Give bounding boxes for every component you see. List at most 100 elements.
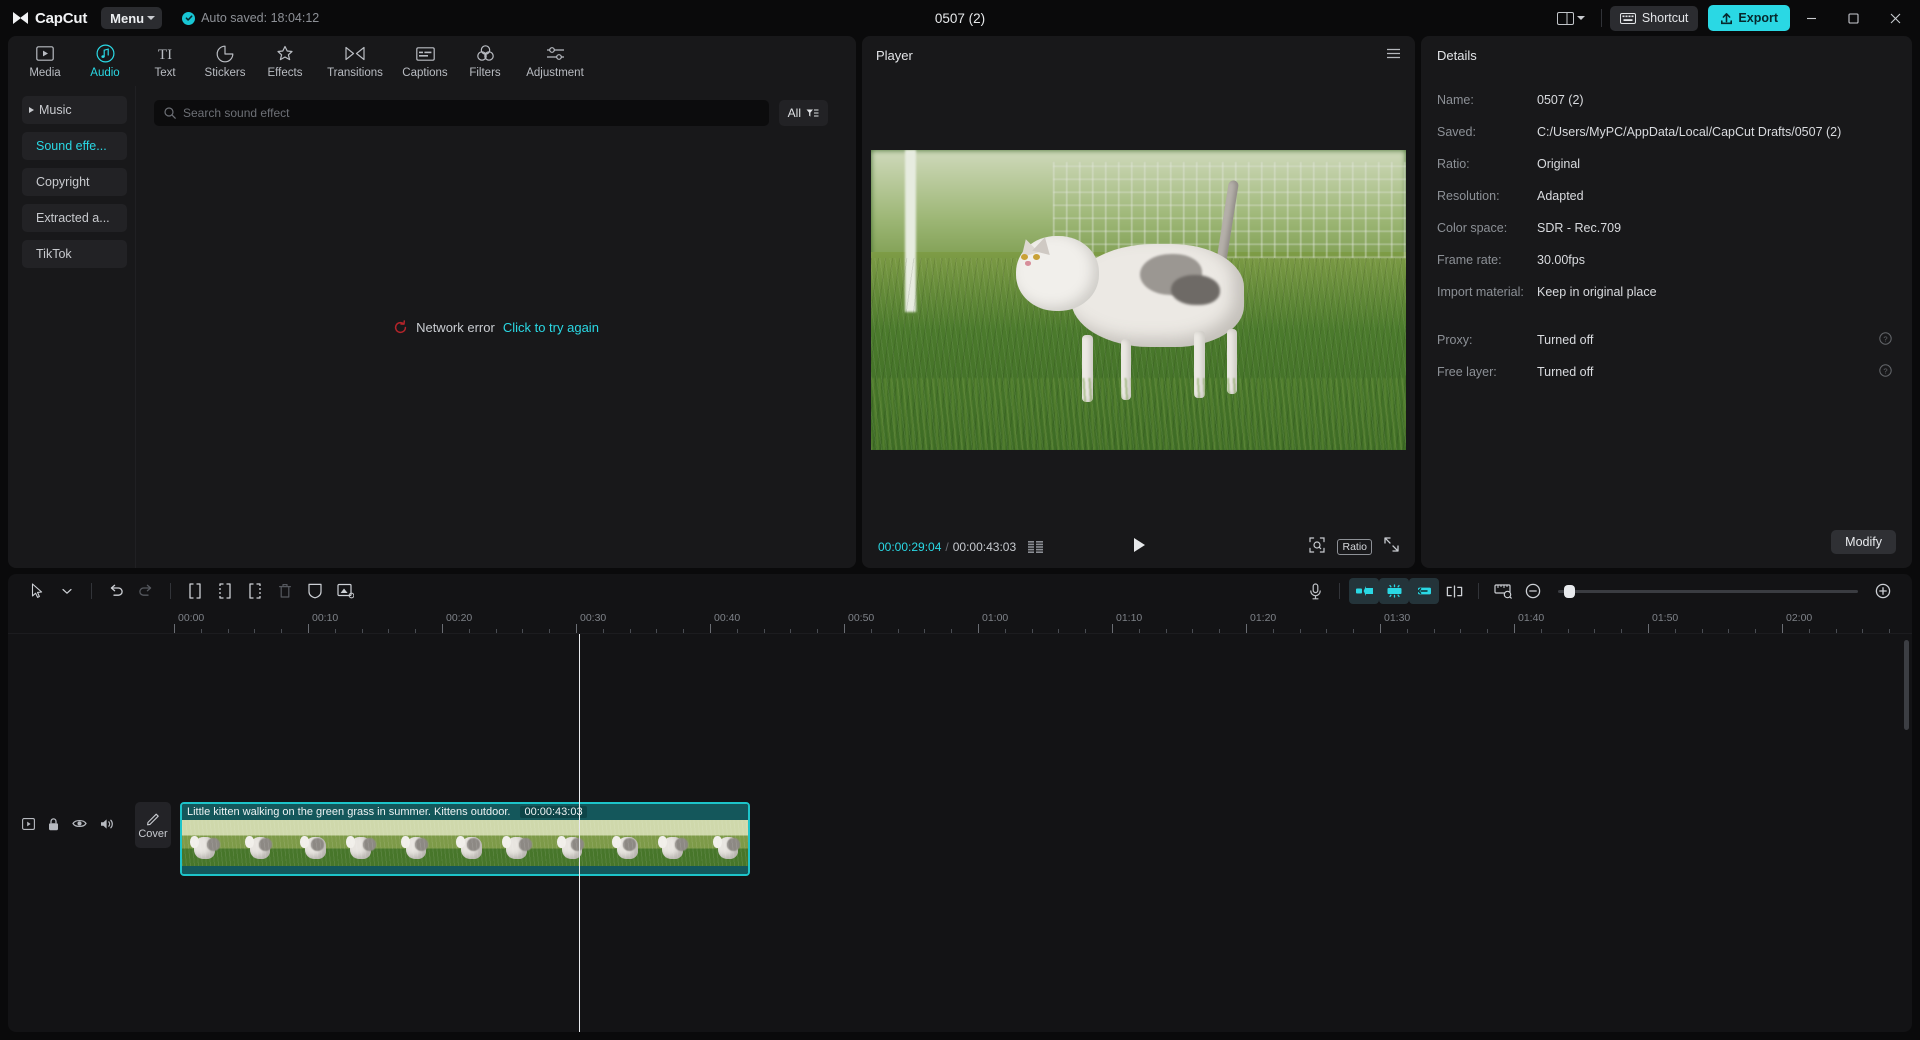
svg-text:?: ? (1883, 334, 1887, 343)
freeze-icon (308, 583, 322, 599)
ruler-subtick (1192, 629, 1193, 633)
player-menu-button[interactable] (1386, 46, 1401, 64)
titlebar-actions: Shortcut Export (1549, 0, 1920, 36)
split-button[interactable] (210, 578, 240, 604)
snap-left-button[interactable] (1349, 578, 1379, 604)
captions-icon (416, 44, 435, 64)
sticker-icon (216, 44, 234, 64)
ruler-tick (1648, 624, 1649, 633)
ruler-subtick (1300, 629, 1301, 633)
select-tool-button[interactable] (22, 578, 52, 604)
sidebar-item-tiktok[interactable]: TikTok (22, 240, 127, 268)
ruler-gutter (8, 608, 128, 633)
close-button[interactable] (1874, 0, 1916, 36)
play-button[interactable] (1132, 537, 1146, 558)
detail-row-saved: Saved: C:/Users/MyPC/AppData/Local/CapCu… (1437, 116, 1896, 148)
split-left-button[interactable] (180, 578, 210, 604)
shortcut-button[interactable]: Shortcut (1610, 6, 1699, 31)
sidebar-item-sound-effects[interactable]: Sound effe... (22, 132, 127, 160)
undo-button[interactable] (101, 578, 131, 604)
split-right-button[interactable] (240, 578, 270, 604)
chevron-down-icon (62, 588, 72, 595)
detail-value: SDR - Rec.709 (1537, 221, 1621, 235)
retry-link[interactable]: Click to try again (503, 320, 599, 335)
sidebar-item-label: TikTok (36, 247, 72, 261)
sidebar-item-music[interactable]: Music (22, 96, 127, 124)
link-clips-button[interactable] (1439, 578, 1469, 604)
ruler-subtick (1407, 629, 1408, 633)
ruler-subtick (362, 629, 363, 633)
zoom-out-button[interactable] (1518, 578, 1548, 604)
menu-button[interactable]: Menu (101, 7, 162, 29)
ruler-zoom-button[interactable] (1488, 578, 1518, 604)
tab-text[interactable]: TI Text (136, 38, 194, 84)
text-icon: TI (154, 44, 176, 64)
divider (170, 583, 171, 599)
app-name: CapCut (35, 10, 87, 27)
ruler-subtick (630, 629, 631, 633)
detail-value: 0507 (2) (1537, 93, 1584, 107)
snap-left-icon (1355, 585, 1374, 597)
tab-captions[interactable]: Captions (396, 38, 454, 84)
snap-center-button[interactable] (1379, 578, 1409, 604)
volume-icon[interactable] (100, 818, 114, 831)
eye-icon[interactable] (72, 818, 87, 831)
adjustment-icon (546, 44, 565, 64)
tab-effects[interactable]: Effects (256, 38, 314, 84)
split-left-icon (187, 583, 203, 599)
zoom-in-button[interactable] (1868, 578, 1898, 604)
sidebar-item-extracted-audio[interactable]: Extracted a... (22, 204, 127, 232)
redo-button[interactable] (131, 578, 161, 604)
export-icon (1720, 12, 1733, 25)
tab-transitions[interactable]: Transitions (316, 38, 394, 84)
playhead[interactable] (579, 634, 580, 1032)
menu-label: Menu (110, 11, 144, 26)
lock-icon[interactable] (48, 818, 59, 831)
ruler-subtick (1085, 629, 1086, 633)
divider (91, 583, 92, 599)
select-tool-dropdown[interactable] (52, 578, 82, 604)
timeline-vertical-scrollbar[interactable] (1904, 640, 1909, 730)
cover-button[interactable]: Cover (135, 802, 171, 848)
tab-filters[interactable]: Filters (456, 38, 514, 84)
freeze-button[interactable] (300, 578, 330, 604)
tab-adjustment[interactable]: Adjustment (516, 38, 594, 84)
tab-media[interactable]: Media (16, 38, 74, 84)
tab-audio[interactable]: Audio (76, 38, 134, 84)
effects-star-icon (276, 44, 294, 64)
tab-stickers[interactable]: Stickers (196, 38, 254, 84)
video-preview[interactable] (871, 150, 1406, 450)
ratio-button[interactable]: Ratio (1337, 539, 1372, 555)
minimize-button[interactable] (1790, 0, 1832, 36)
add-track-icon[interactable] (22, 818, 35, 831)
fullscreen-button[interactable] (1384, 537, 1399, 557)
detail-key: Resolution: (1437, 189, 1537, 203)
ruler-subtick (898, 629, 899, 633)
split-right-icon (247, 583, 263, 599)
ruler-subtick (1702, 629, 1703, 633)
details-title: Details (1421, 36, 1912, 74)
modify-button[interactable]: Modify (1831, 530, 1896, 554)
frames-button[interactable] (1028, 541, 1044, 553)
video-clip[interactable]: Little kitten walking on the green grass… (180, 802, 750, 876)
ruler-subtick (469, 629, 470, 633)
fit-screen-button[interactable] (1309, 537, 1325, 558)
sidebar-item-copyright[interactable]: Copyright (22, 168, 127, 196)
record-voiceover-button[interactable] (1300, 578, 1330, 604)
detail-value: Keep in original place (1537, 285, 1657, 299)
layout-button[interactable] (1549, 8, 1593, 29)
help-icon[interactable]: ? (1879, 364, 1892, 380)
detail-value: C:/Users/MyPC/AppData/Local/CapCut Draft… (1537, 125, 1841, 139)
capcut-logo-icon (12, 11, 29, 25)
zoom-slider-handle[interactable] (1564, 585, 1575, 598)
help-icon[interactable]: ? (1879, 332, 1892, 348)
mirror-button[interactable] (330, 578, 360, 604)
export-button[interactable]: Export (1708, 5, 1790, 31)
track-header (8, 634, 128, 1032)
delete-button[interactable] (270, 578, 300, 604)
snap-right-button[interactable] (1409, 578, 1439, 604)
timeline-ruler[interactable]: 00:0000:1000:2000:3000:4000:5001:0001:10… (8, 608, 1912, 634)
zoom-slider[interactable] (1558, 590, 1858, 593)
maximize-button[interactable] (1832, 0, 1874, 36)
kitten-head (1016, 236, 1099, 311)
